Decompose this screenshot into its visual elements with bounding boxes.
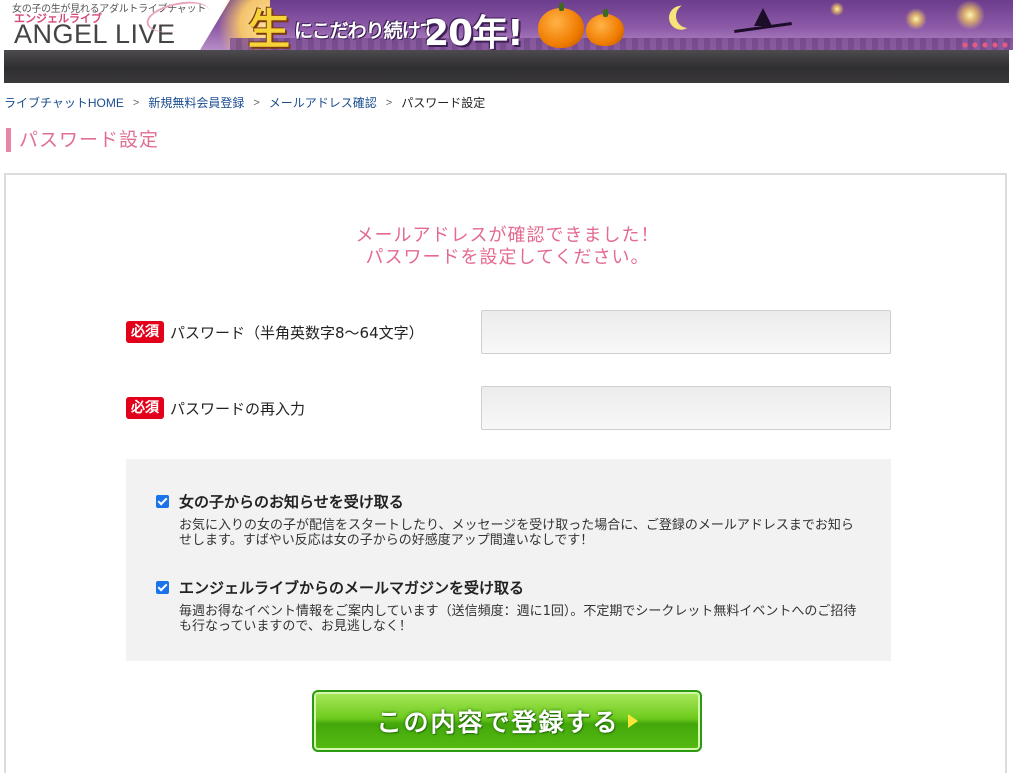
confirmation-line-2: パスワードを設定してください。 (365, 247, 650, 268)
header-banner: 女の子の生が見れるアダルトライブチャット エンジェルライブ ANGEL LIVE… (0, 0, 1013, 50)
option-girl-notifications: 女の子からのお知らせを受け取る お気に入りの女の子が配信をスタートしたり、メッセ… (156, 491, 866, 548)
option-title: エンジェルライブからのメールマガジンを受け取る (179, 579, 525, 597)
option-description: お気に入りの女の子が配信をスタートしたり、メッセージを受け取った場合に、ご登録の… (179, 518, 854, 548)
required-badge: 必須 (126, 321, 164, 343)
password-confirm-label-row: 必須 パスワードの再入力 (126, 386, 305, 430)
confirmation-line-1: メールアドレスが確認できました！ (355, 225, 660, 246)
slogan-years: 20年! (424, 13, 524, 50)
firework-icon (905, 8, 927, 30)
password-confirm-input[interactable] (481, 386, 891, 430)
firework-icon (955, 0, 985, 30)
breadcrumb-separator: > (385, 96, 393, 109)
mail-magazine-checkbox[interactable] (156, 581, 169, 594)
option-title: 女の子からのお知らせを受け取る (179, 493, 404, 511)
breadcrumb-register-link[interactable]: 新規無料会員登録 (148, 94, 244, 111)
option-description: 毎週お得なイベント情報をご案内しています（送信頻度：週に1回）。不定期でシークレ… (179, 604, 857, 634)
breadcrumb: ライブチャットHOME > 新規無料会員登録 > メールアドレス確認 > パスワ… (4, 94, 485, 111)
firework-icon (830, 2, 844, 16)
submit-button-label: この内容で登録する (376, 708, 620, 737)
breadcrumb-home-link[interactable]: ライブチャットHOME (4, 94, 124, 111)
password-input[interactable] (481, 310, 891, 354)
play-arrow-icon (627, 714, 638, 728)
confirmation-message: メールアドレスが確認できました！ パスワードを設定してください。 (6, 225, 1009, 269)
pumpkin-icon (586, 9, 624, 46)
girl-notifications-checkbox[interactable] (156, 495, 169, 508)
breadcrumb-current: パスワード設定 (401, 96, 486, 110)
password-field-label-row: 必須 パスワード（半角英数字8〜64文字） (126, 310, 424, 354)
register-submit-button[interactable]: この内容で登録する (312, 690, 702, 752)
notification-options: 女の子からのお知らせを受け取る お気に入りの女の子が配信をスタートしたり、メッセ… (126, 459, 891, 661)
breadcrumb-email-confirm-link[interactable]: メールアドレス確認 (269, 94, 377, 111)
witch-silhouette-icon (734, 8, 792, 34)
option-mail-magazine: エンジェルライブからのメールマガジンを受け取る 毎週お得なイベント情報をご案内し… (156, 577, 866, 634)
password-confirm-label: パスワードの再入力 (170, 399, 306, 418)
slogan-kanji: 生 (248, 5, 291, 50)
password-label: パスワード（半角英数字8〜64文字） (170, 323, 424, 342)
password-form-panel: メールアドレスが確認できました！ パスワードを設定してください。 必須 パスワー… (4, 173, 1007, 773)
decorative-dots (960, 40, 1013, 50)
page-title: パスワード設定 (6, 128, 159, 152)
global-nav-bar (4, 50, 1009, 83)
slogan-text: にこだわり続けて (294, 20, 439, 42)
breadcrumb-separator: > (253, 96, 260, 109)
required-badge: 必須 (126, 397, 164, 419)
pumpkin-icon (538, 3, 584, 48)
breadcrumb-separator: > (132, 96, 140, 109)
